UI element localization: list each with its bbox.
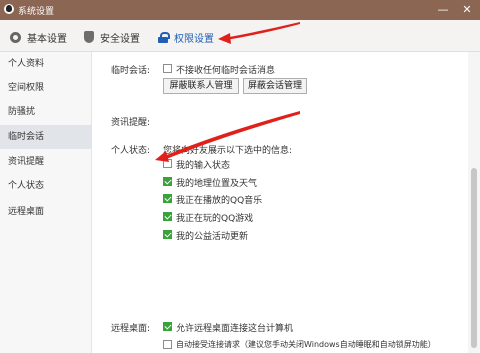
tab-label: 安全设置	[100, 33, 140, 45]
status-label: 个人状态:	[111, 146, 151, 156]
scrollbar-thumb[interactable]	[471, 168, 477, 348]
sidebar-item-profile[interactable]: 个人资料	[0, 52, 92, 76]
close-button[interactable]: ✕	[458, 2, 476, 18]
charity-update-option[interactable]: 我的公益活动更新	[176, 229, 248, 242]
lock-icon	[158, 31, 170, 43]
sidebar-item-space-permission[interactable]: 空间权限	[0, 76, 92, 100]
qq-music-checkbox[interactable]	[163, 194, 172, 203]
sidebar: 个人资料 空间权限 防骚扰 临时会话 资讯提醒 个人状态 远程桌面	[0, 52, 92, 353]
sidebar-item-personal-status[interactable]: 个人状态	[0, 174, 92, 198]
top-tab-bar: 基本设置 安全设置 权限设置	[0, 20, 480, 52]
qq-penguin-icon	[4, 4, 14, 14]
sidebar-item-news[interactable]: 资讯提醒	[0, 150, 92, 174]
settings-panel: 临时会话: 不接收任何临时会话消息 屏蔽联系人管理 屏蔽会话管理 资讯提醒: 个…	[93, 52, 468, 353]
gear-icon	[10, 31, 21, 43]
charity-update-checkbox[interactable]	[163, 230, 172, 239]
minimize-button[interactable]: —	[434, 2, 452, 18]
allow-remote-option[interactable]: 允许远程桌面连接这台计算机	[176, 321, 293, 334]
tab-security-settings[interactable]: 安全设置	[84, 29, 140, 45]
news-label: 资讯提醒:	[111, 118, 151, 128]
auto-accept-option[interactable]: 自动接受连接请求（建议您手动关闭Windows自动睡眠和自动锁屏功能）	[176, 339, 436, 350]
temp-chat-label: 临时会话:	[111, 66, 151, 76]
remote-desktop-label: 远程桌面:	[111, 324, 151, 334]
sidebar-item-remote-desktop[interactable]: 远程桌面	[0, 200, 92, 224]
sidebar-item-anti-harassment[interactable]: 防骚扰	[0, 100, 92, 124]
shield-icon	[84, 31, 94, 43]
reject-temp-chat-checkbox[interactable]	[163, 64, 172, 73]
tab-label: 基本设置	[27, 33, 67, 45]
allow-remote-checkbox[interactable]	[163, 322, 172, 331]
location-weather-checkbox[interactable]	[163, 177, 172, 186]
qq-game-checkbox[interactable]	[163, 212, 172, 221]
window-title: 系统设置	[18, 7, 55, 17]
reject-temp-chat-option[interactable]: 不接收任何临时会话消息	[176, 63, 275, 76]
tab-basic-settings[interactable]: 基本设置	[10, 29, 67, 45]
auto-accept-checkbox[interactable]	[163, 340, 172, 349]
typing-status-checkbox[interactable]	[163, 159, 172, 168]
title-bar: 系统设置 — ✕	[0, 0, 480, 20]
qq-music-option[interactable]: 我正在播放的QQ音乐	[176, 193, 262, 206]
location-weather-option[interactable]: 我的地理位置及天气	[176, 176, 257, 189]
status-intro-text: 您将向好友展示以下选中的信息:	[163, 146, 293, 156]
qq-game-option[interactable]: 我正在玩的QQ游戏	[176, 211, 253, 224]
tab-permission-settings[interactable]: 权限设置	[158, 29, 214, 45]
sidebar-item-temp-chat[interactable]: 临时会话	[0, 125, 92, 149]
tab-label: 权限设置	[174, 33, 214, 45]
block-contacts-manage-button[interactable]: 屏蔽联系人管理	[163, 78, 239, 94]
typing-status-option[interactable]: 我的输入状态	[176, 158, 230, 171]
block-chats-manage-button[interactable]: 屏蔽会话管理	[243, 78, 307, 94]
